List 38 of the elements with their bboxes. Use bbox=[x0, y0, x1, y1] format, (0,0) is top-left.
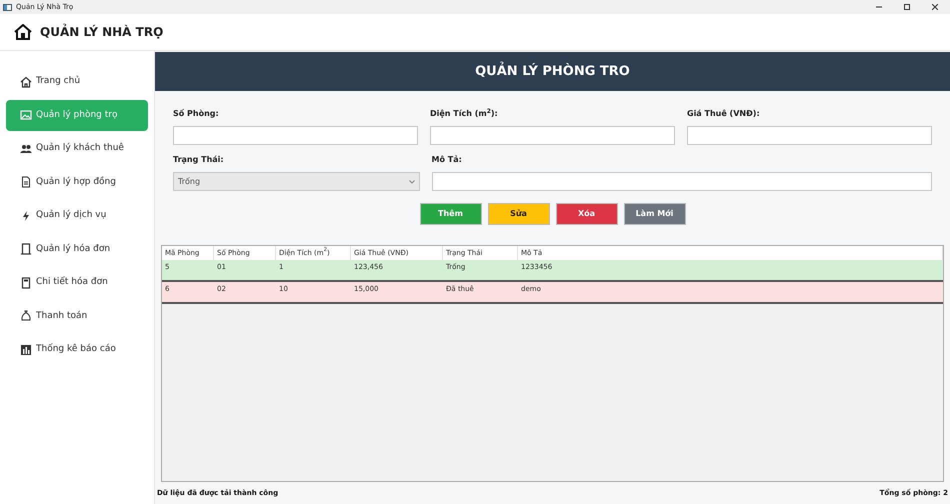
action-button[interactable]: Xóa bbox=[556, 203, 618, 225]
input-field[interactable] bbox=[430, 126, 675, 145]
page-title: QUẢN LÝ PHÒNG TRO bbox=[475, 62, 630, 81]
receipt-icon bbox=[20, 243, 32, 256]
field-label: Mô Tả: bbox=[432, 154, 463, 166]
app-window-icon bbox=[3, 4, 12, 10]
field-label: Diện Tích (m$^{2}$): bbox=[430, 108, 499, 120]
field-label: Trạng Thái: bbox=[173, 154, 225, 166]
money-bag-icon bbox=[20, 310, 32, 322]
sidebar-item[interactable]: Chi tiết hóa đơn bbox=[6, 267, 148, 298]
minimize-icon[interactable] bbox=[876, 4, 882, 10]
sidebar-item[interactable]: Thống kê báo cáo bbox=[6, 334, 148, 366]
action-button[interactable]: Làm Mới bbox=[624, 203, 686, 225]
maximize-icon[interactable] bbox=[904, 4, 910, 10]
input-field[interactable] bbox=[432, 172, 932, 191]
users-icon bbox=[20, 142, 32, 155]
sidebar-item[interactable]: Thanh toán bbox=[6, 300, 148, 332]
sidebar-item[interactable]: Quản lý dịch vụ bbox=[6, 200, 148, 232]
input-field[interactable] bbox=[687, 126, 932, 145]
field-label: Giá Thuê (VNĐ): bbox=[687, 108, 761, 120]
lightning-icon bbox=[20, 210, 32, 222]
bar-chart-icon bbox=[20, 344, 32, 356]
picture-frame-icon bbox=[20, 109, 32, 122]
field-label: Số Phòng: bbox=[173, 108, 220, 120]
app-title: QUẢN LÝ NHÀ TRỌ bbox=[40, 23, 164, 41]
sidebar-item[interactable]: Trang chủ bbox=[6, 66, 148, 98]
action-button[interactable]: Sửa bbox=[488, 203, 550, 225]
calculator-icon bbox=[20, 276, 32, 289]
close-icon[interactable] bbox=[932, 4, 938, 10]
document-icon bbox=[20, 176, 32, 188]
house-icon bbox=[20, 76, 32, 88]
sidebar-item[interactable]: Quản lý hợp đồng bbox=[6, 166, 148, 198]
input-field[interactable] bbox=[173, 126, 418, 145]
chevron-down-icon bbox=[408, 180, 415, 184]
sidebar-item[interactable]: Quản lý khách thuê bbox=[6, 133, 148, 164]
sidebar-item[interactable]: Quản lý hóa đơn bbox=[6, 234, 148, 265]
house-icon bbox=[14, 24, 32, 40]
status-dropdown[interactable]: Trống bbox=[173, 172, 420, 191]
